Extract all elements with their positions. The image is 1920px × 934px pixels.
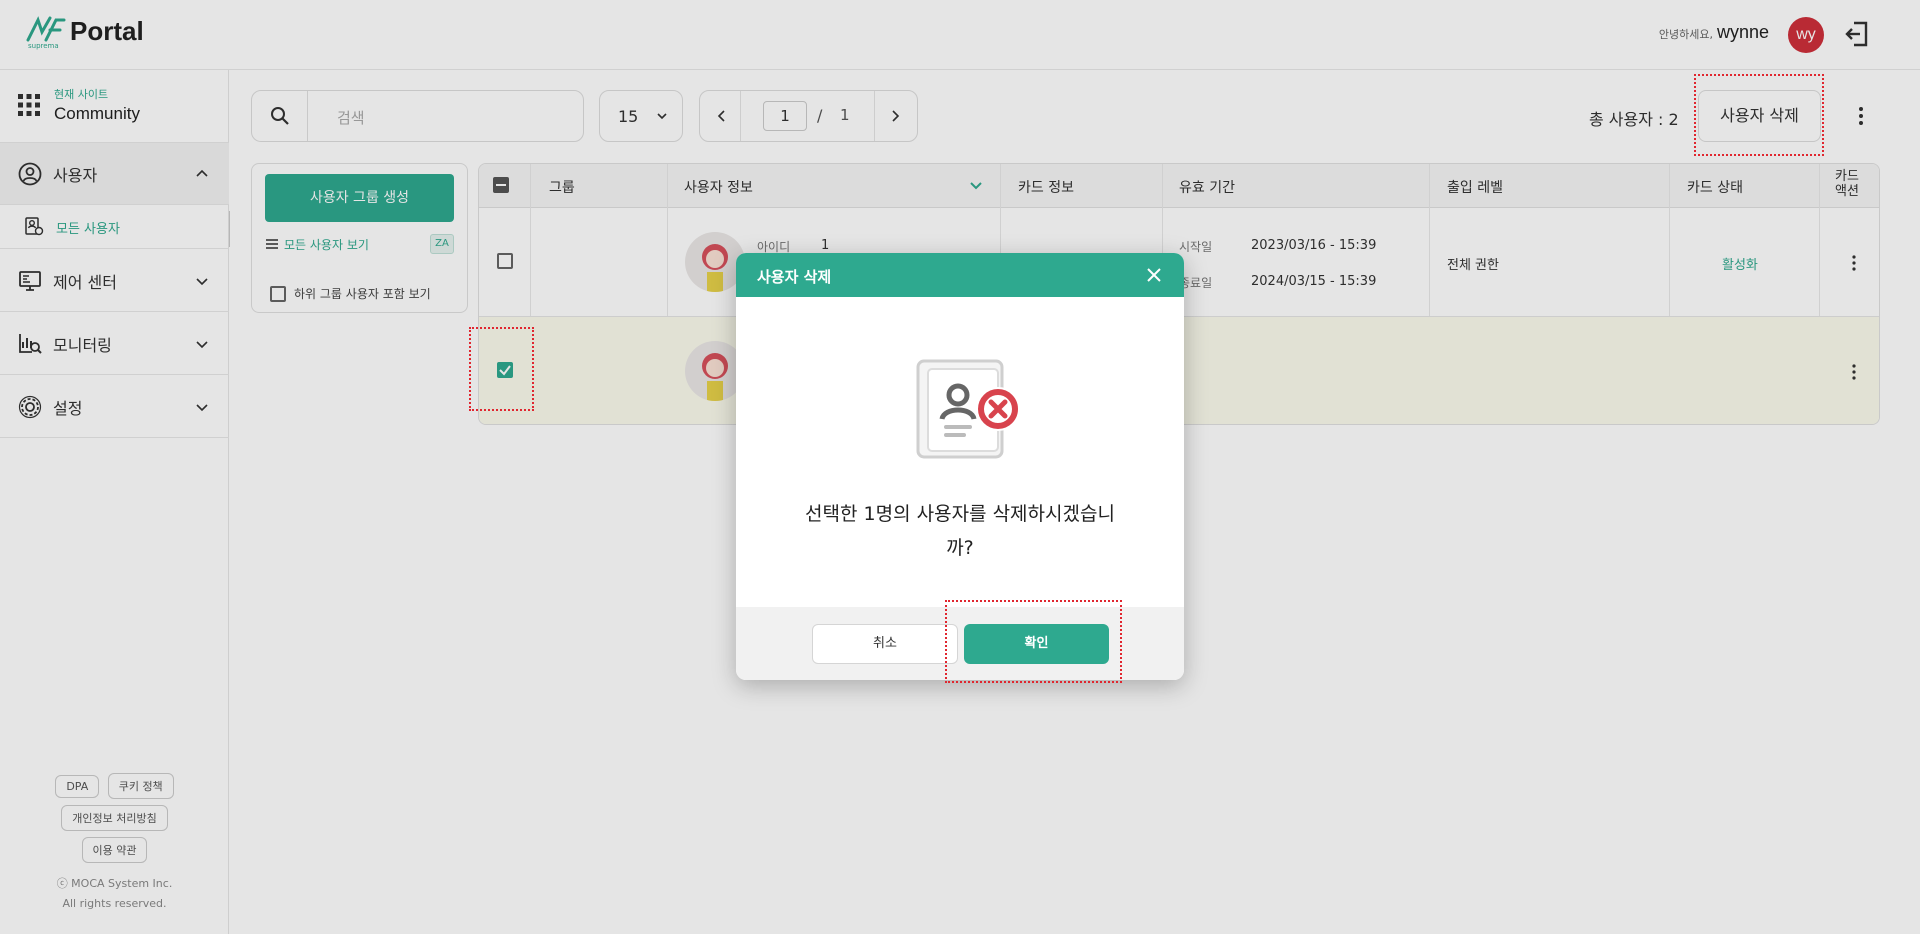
dialog-message: 선택한 1명의 사용자를 삭제하시겠습니 까? bbox=[780, 497, 1140, 565]
highlight-confirm-button bbox=[945, 600, 1122, 683]
dialog-message-line1: 선택한 1명의 사용자를 삭제하시겠습니 bbox=[805, 503, 1115, 525]
highlight-delete-button bbox=[1694, 74, 1824, 156]
close-icon[interactable] bbox=[1146, 267, 1162, 283]
cancel-button[interactable]: 취소 bbox=[812, 624, 958, 664]
delete-user-icon bbox=[916, 359, 1024, 461]
dialog-header: 사용자 삭제 bbox=[736, 253, 1184, 297]
dialog-title: 사용자 삭제 bbox=[757, 268, 832, 286]
dialog-message-line2: 까? bbox=[946, 537, 974, 559]
highlight-selected-row bbox=[469, 327, 534, 411]
